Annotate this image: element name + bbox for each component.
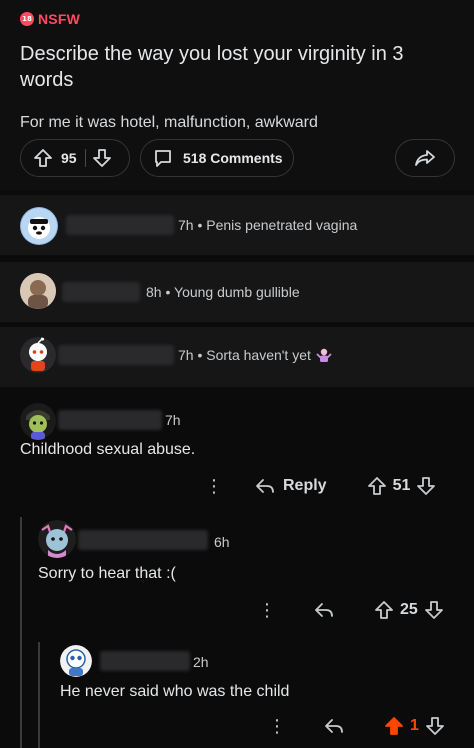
comment-body: Sorry to hear that :( [38, 565, 176, 582]
nsfw-label: NSFW [38, 11, 81, 27]
post-vote-pill: 95 [20, 139, 130, 177]
collapsed-comment[interactable]: 7h • Penis penetrated vagina [0, 195, 474, 255]
comment-score: 1 [410, 717, 419, 734]
comment-meta: 8h • Young dumb gullible [146, 284, 300, 300]
comment-age: 2h [193, 654, 209, 670]
meta-separator: • [165, 284, 171, 300]
comments-button[interactable]: 518 Comments [140, 139, 294, 177]
comment-age: 7h [178, 217, 194, 233]
share-arrow-icon [414, 148, 436, 168]
username-redacted [58, 410, 162, 430]
downvote-arrow-icon[interactable] [424, 600, 444, 620]
comments-count-label: 518 Comments [183, 150, 283, 166]
downvote-arrow-icon[interactable] [92, 148, 112, 168]
avatar[interactable] [20, 273, 56, 309]
comment-meta: 7h • Sorta haven't yet [178, 347, 333, 363]
comment-preview: Young dumb gullible [174, 284, 300, 300]
comment-actions: ⋮ 25 [258, 600, 444, 620]
thread-line[interactable] [20, 517, 22, 748]
comment-preview: Penis penetrated vagina [206, 217, 358, 233]
more-dots-icon[interactable]: ⋮ [268, 717, 286, 735]
avatar[interactable] [20, 402, 56, 440]
post-title[interactable]: Describe the way you lost your virginity… [20, 41, 460, 93]
upvote-arrow-icon[interactable] [367, 476, 387, 496]
username-redacted [100, 651, 190, 671]
username-redacted [58, 345, 174, 365]
thread-line[interactable] [38, 642, 40, 748]
meta-separator: • [197, 217, 203, 233]
upvote-arrow-icon-active[interactable] [384, 716, 404, 736]
downvote-arrow-icon[interactable] [416, 476, 436, 496]
vote-divider [84, 149, 86, 167]
comment-score: 25 [400, 601, 418, 618]
shrug-emoji-icon [315, 348, 333, 362]
username-redacted [66, 215, 174, 235]
comment-actions: ⋮ 1 [268, 716, 445, 736]
collapsed-comment[interactable]: 7h • Sorta haven't yet [0, 327, 474, 387]
upvote-arrow-icon[interactable] [374, 600, 394, 620]
post-card: 18 NSFW Describe the way you lost your v… [0, 0, 474, 190]
username-redacted [62, 282, 140, 302]
comment-meta: 7h • Penis penetrated vagina [178, 217, 357, 233]
reply-arrow-icon[interactable] [255, 477, 275, 495]
comment-bubble-icon [153, 148, 173, 168]
reply-arrow-icon[interactable] [324, 717, 344, 735]
comment-score: 51 [392, 477, 411, 494]
avatar[interactable] [20, 337, 56, 373]
downvote-arrow-icon[interactable] [425, 716, 445, 736]
more-dots-icon[interactable]: ⋮ [258, 601, 276, 619]
comment-age: 8h [146, 284, 162, 300]
share-button[interactable] [395, 139, 455, 177]
comment-actions: ⋮ Reply 51 [205, 476, 436, 496]
comment-age: 7h [178, 347, 194, 363]
comment-body: Childhood sexual abuse. [20, 441, 196, 458]
reply-button[interactable]: Reply [283, 477, 327, 495]
meta-separator: • [197, 347, 203, 363]
avatar[interactable] [20, 207, 58, 245]
avatar[interactable] [60, 645, 92, 677]
post-vote-count: 95 [61, 150, 77, 166]
avatar[interactable] [38, 520, 76, 558]
comment-preview: Sorta haven't yet [206, 347, 311, 363]
reply-arrow-icon[interactable] [314, 601, 334, 619]
more-dots-icon[interactable]: ⋮ [205, 477, 223, 495]
comment-age: 6h [214, 534, 230, 550]
upvote-arrow-icon[interactable] [33, 148, 53, 168]
comment-age: 7h [165, 412, 181, 428]
comment-body: He never said who was the child [60, 683, 290, 700]
post-body: For me it was hotel, malfunction, awkwar… [20, 114, 318, 131]
username-redacted [78, 530, 208, 550]
nsfw-18-icon: 18 [20, 12, 34, 26]
nsfw-badge: 18 NSFW [20, 11, 80, 27]
collapsed-comment[interactable]: 8h • Young dumb gullible [0, 262, 474, 322]
